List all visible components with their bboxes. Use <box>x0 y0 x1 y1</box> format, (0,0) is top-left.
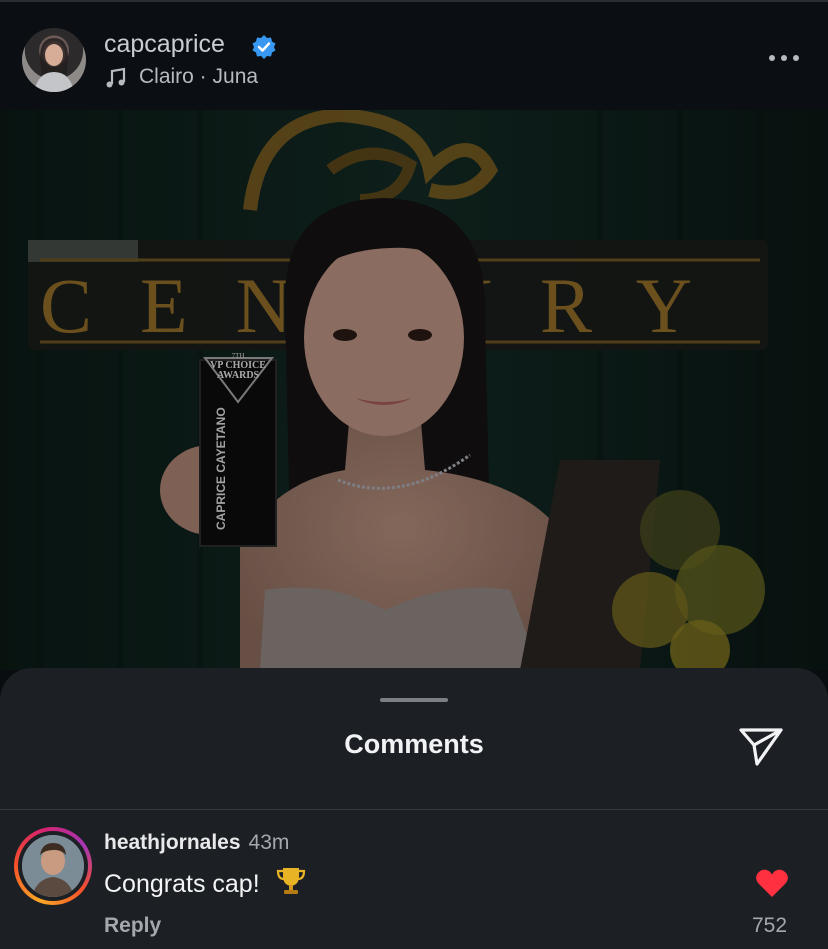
music-track-label[interactable]: Clairo · Juna <box>139 65 258 89</box>
divider <box>0 809 828 810</box>
music-note-icon <box>106 67 126 88</box>
more-options-icon[interactable] <box>766 50 802 66</box>
comment-avatar-story-ring[interactable] <box>14 827 92 905</box>
reply-button[interactable]: Reply <box>104 914 161 938</box>
heart-icon[interactable] <box>755 868 789 898</box>
post-username[interactable]: capcaprice <box>104 30 225 59</box>
drag-handle[interactable] <box>380 698 448 702</box>
sheet-title: Comments <box>344 729 484 759</box>
comment-time: 43m <box>248 831 290 854</box>
comments-sheet: Comments heathjornales 43m Congrats cap!… <box>0 668 828 949</box>
post-photo[interactable]: CENTURY 7TH VP CHOICE AWARDS CAPRICE CAY… <box>0 110 828 670</box>
comment-text: Congrats cap! <box>104 870 260 898</box>
comment-avatar <box>22 835 84 897</box>
profile-avatar[interactable] <box>22 28 86 92</box>
like-count: 752 <box>752 914 788 937</box>
comment-text-row: Congrats cap! <box>104 865 307 899</box>
trophy-icon <box>276 868 305 894</box>
verified-badge-icon <box>252 35 276 59</box>
comment-header: heathjornales 43m <box>104 831 289 855</box>
post-header: capcaprice Clairo · Juna <box>0 0 828 110</box>
send-icon[interactable] <box>738 724 784 770</box>
comment-username[interactable]: heathjornales <box>104 831 241 854</box>
